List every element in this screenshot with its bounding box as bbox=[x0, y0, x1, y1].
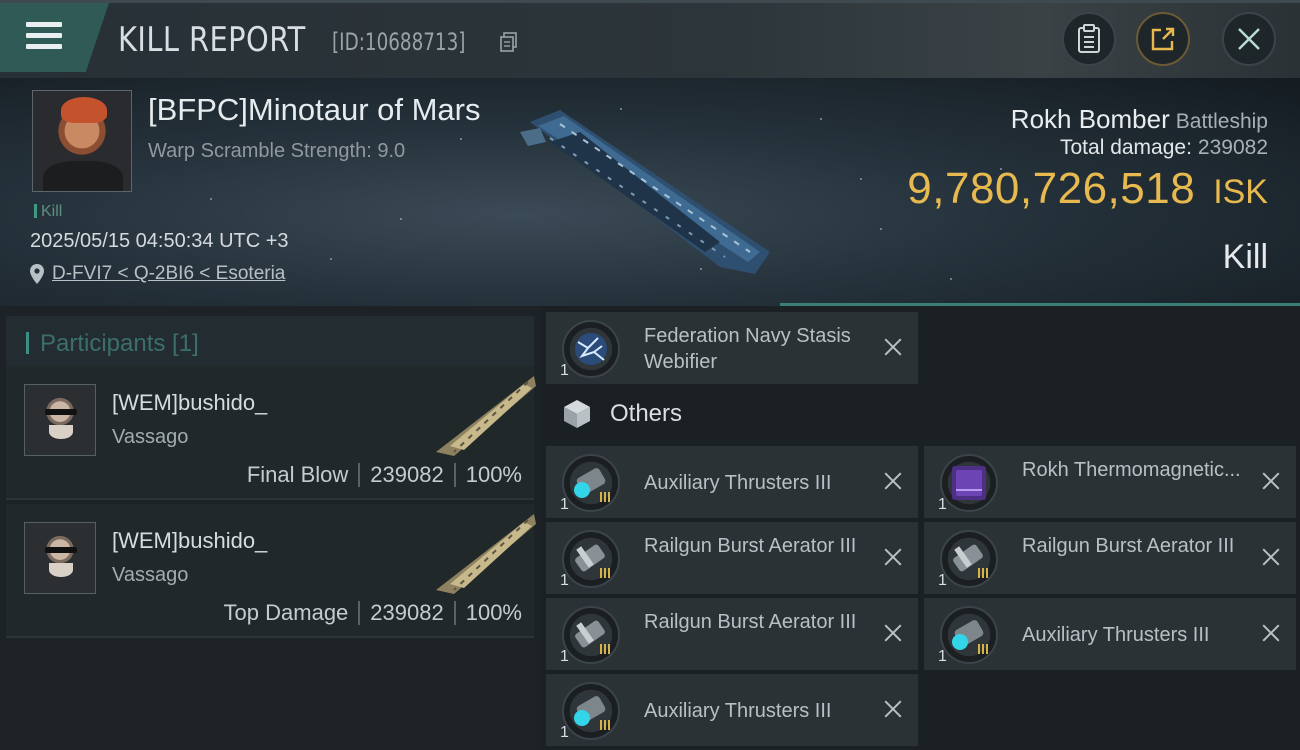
thruster-icon bbox=[562, 682, 620, 740]
remove-icon[interactable] bbox=[880, 468, 906, 494]
participant-row[interactable]: [WEM]bushido_ Vassago Top Damage 239082 … bbox=[6, 504, 536, 638]
item-name: Railgun Burst Aerator III bbox=[644, 535, 857, 557]
report-id: [ID:10688713] bbox=[332, 28, 466, 56]
page-title: KILL REPORT bbox=[118, 20, 306, 60]
item-row[interactable]: 1 Railgun Burst Aerator III bbox=[924, 522, 1296, 594]
victim-name[interactable]: [BFPC]Minotaur of Mars bbox=[148, 92, 480, 128]
close-icon bbox=[1238, 28, 1260, 50]
location-pin-icon bbox=[30, 264, 44, 284]
item-row[interactable]: 1 Federation Navy Stasis Webifier bbox=[546, 312, 918, 384]
ship-name[interactable]: Rokh Bomber bbox=[1011, 104, 1170, 134]
item-name: Auxiliary Thrusters III bbox=[1022, 624, 1210, 646]
item-quantity: 1 bbox=[938, 572, 947, 589]
participants-header[interactable]: Participants [1] bbox=[6, 316, 534, 368]
item-name: Railgun Burst Aerator III bbox=[644, 611, 857, 633]
item-name: Auxiliary Thrusters III bbox=[644, 472, 832, 494]
participants-panel: Participants [1] [WEM]bushido_ Vassago F… bbox=[0, 306, 540, 750]
item-name: Auxiliary Thrusters III bbox=[644, 700, 832, 722]
remove-icon[interactable] bbox=[1258, 544, 1284, 570]
aerator-icon bbox=[940, 530, 998, 588]
remove-icon[interactable] bbox=[880, 696, 906, 722]
item-quantity: 1 bbox=[560, 496, 569, 513]
remove-icon[interactable] bbox=[880, 620, 906, 646]
item-row[interactable]: 1 Rokh Thermomagnetic... bbox=[924, 446, 1296, 518]
kill-tag: Kill bbox=[34, 203, 62, 221]
ship-render bbox=[520, 110, 770, 274]
victim-banner: [BFPC]Minotaur of Mars Warp Scramble Str… bbox=[0, 78, 1300, 306]
participant-role: Top Damage bbox=[223, 600, 349, 625]
avatar[interactable] bbox=[24, 384, 96, 456]
item-row[interactable]: 1 Railgun Burst Aerator III bbox=[546, 598, 918, 670]
total-damage-value: 239082 bbox=[1197, 136, 1268, 159]
participant-name[interactable]: [WEM]bushido_ bbox=[112, 390, 267, 416]
item-quantity: 1 bbox=[560, 724, 569, 741]
kill-datetime: 2025/05/15 04:50:34 UTC +3 bbox=[30, 230, 289, 252]
remove-icon[interactable] bbox=[1258, 468, 1284, 494]
aerator-icon bbox=[562, 530, 620, 588]
participant-percent: 100% bbox=[465, 462, 522, 487]
share-button[interactable] bbox=[1136, 12, 1190, 66]
remove-icon[interactable] bbox=[1258, 620, 1284, 646]
item-row[interactable]: 1 Auxiliary Thrusters III bbox=[546, 674, 918, 746]
blueprint-icon bbox=[940, 454, 998, 512]
stasis-webifier-icon bbox=[562, 320, 620, 378]
item-name: Rokh Thermomagnetic... bbox=[1022, 459, 1241, 481]
item-row[interactable]: 1 Auxiliary Thrusters III bbox=[924, 598, 1296, 670]
ship-class: Battleship bbox=[1175, 110, 1268, 133]
isk-value: 9,780,726,518 bbox=[907, 164, 1196, 213]
location-link[interactable]: D-FVI7 < Q-2BI6 < Esoteria bbox=[52, 263, 285, 285]
item-row[interactable]: 1 Auxiliary Thrusters III bbox=[546, 446, 918, 518]
item-row[interactable]: 1 Railgun Burst Aerator III bbox=[546, 522, 918, 594]
total-damage-label: Total damage: bbox=[1060, 136, 1192, 159]
item-quantity: 1 bbox=[560, 572, 569, 589]
item-name: Railgun Burst Aerator III bbox=[1022, 535, 1235, 557]
participant-percent: 100% bbox=[465, 600, 522, 625]
remove-icon[interactable] bbox=[880, 334, 906, 360]
top-bar: KILL REPORT [ID:10688713] bbox=[0, 0, 1300, 78]
participant-row[interactable]: [WEM]bushido_ Vassago Final Blow 239082 … bbox=[6, 366, 536, 500]
remove-icon[interactable] bbox=[880, 544, 906, 570]
item-name: Federation Navy Stasis Webifier bbox=[644, 325, 851, 373]
victim-portrait[interactable] bbox=[32, 90, 132, 192]
item-quantity: 1 bbox=[560, 648, 569, 665]
total-damage: Total damage: 239082 bbox=[1060, 136, 1268, 160]
isk-loss: 9,780,726,518 ISK bbox=[907, 164, 1268, 214]
ship-info: Rokh Bomber Battleship bbox=[1011, 104, 1268, 135]
clipboard-button[interactable] bbox=[1062, 12, 1116, 66]
cube-icon bbox=[564, 400, 590, 428]
share-icon bbox=[1151, 27, 1175, 51]
item-quantity: 1 bbox=[938, 496, 947, 513]
thruster-icon bbox=[940, 606, 998, 664]
participant-stats: Top Damage 239082 100% bbox=[224, 600, 522, 626]
warp-scramble-strength: Warp Scramble Strength: 9.0 bbox=[148, 140, 406, 162]
participant-stats: Final Blow 239082 100% bbox=[247, 462, 522, 488]
participant-ship: Vassago bbox=[112, 564, 189, 586]
menu-button[interactable] bbox=[0, 0, 110, 72]
items-panel: 1 Federation Navy Stasis Webifier Others… bbox=[540, 306, 1300, 750]
others-section-header: Others bbox=[562, 398, 682, 430]
participant-role: Final Blow bbox=[246, 462, 349, 487]
participant-damage: 239082 bbox=[370, 600, 444, 625]
participant-ship: Vassago bbox=[112, 426, 189, 448]
participant-damage: 239082 bbox=[370, 462, 444, 487]
participants-label: Participants [1] bbox=[40, 330, 199, 357]
kill-status: Kill bbox=[1222, 238, 1268, 276]
hamburger-icon bbox=[26, 22, 62, 50]
others-label: Others bbox=[610, 400, 683, 427]
item-quantity: 1 bbox=[560, 362, 569, 379]
thruster-icon bbox=[562, 454, 620, 512]
close-button[interactable] bbox=[1222, 12, 1276, 66]
participant-name[interactable]: [WEM]bushido_ bbox=[112, 528, 267, 554]
isk-unit: ISK bbox=[1213, 173, 1268, 211]
aerator-icon bbox=[562, 606, 620, 664]
copy-icon[interactable] bbox=[500, 32, 518, 52]
avatar[interactable] bbox=[24, 522, 96, 594]
clipboard-icon bbox=[1078, 24, 1100, 53]
location[interactable]: D-FVI7 < Q-2BI6 < Esoteria bbox=[30, 263, 285, 285]
participant-ship-render bbox=[436, 376, 536, 456]
item-quantity: 1 bbox=[938, 648, 947, 665]
participant-ship-render bbox=[436, 514, 536, 594]
